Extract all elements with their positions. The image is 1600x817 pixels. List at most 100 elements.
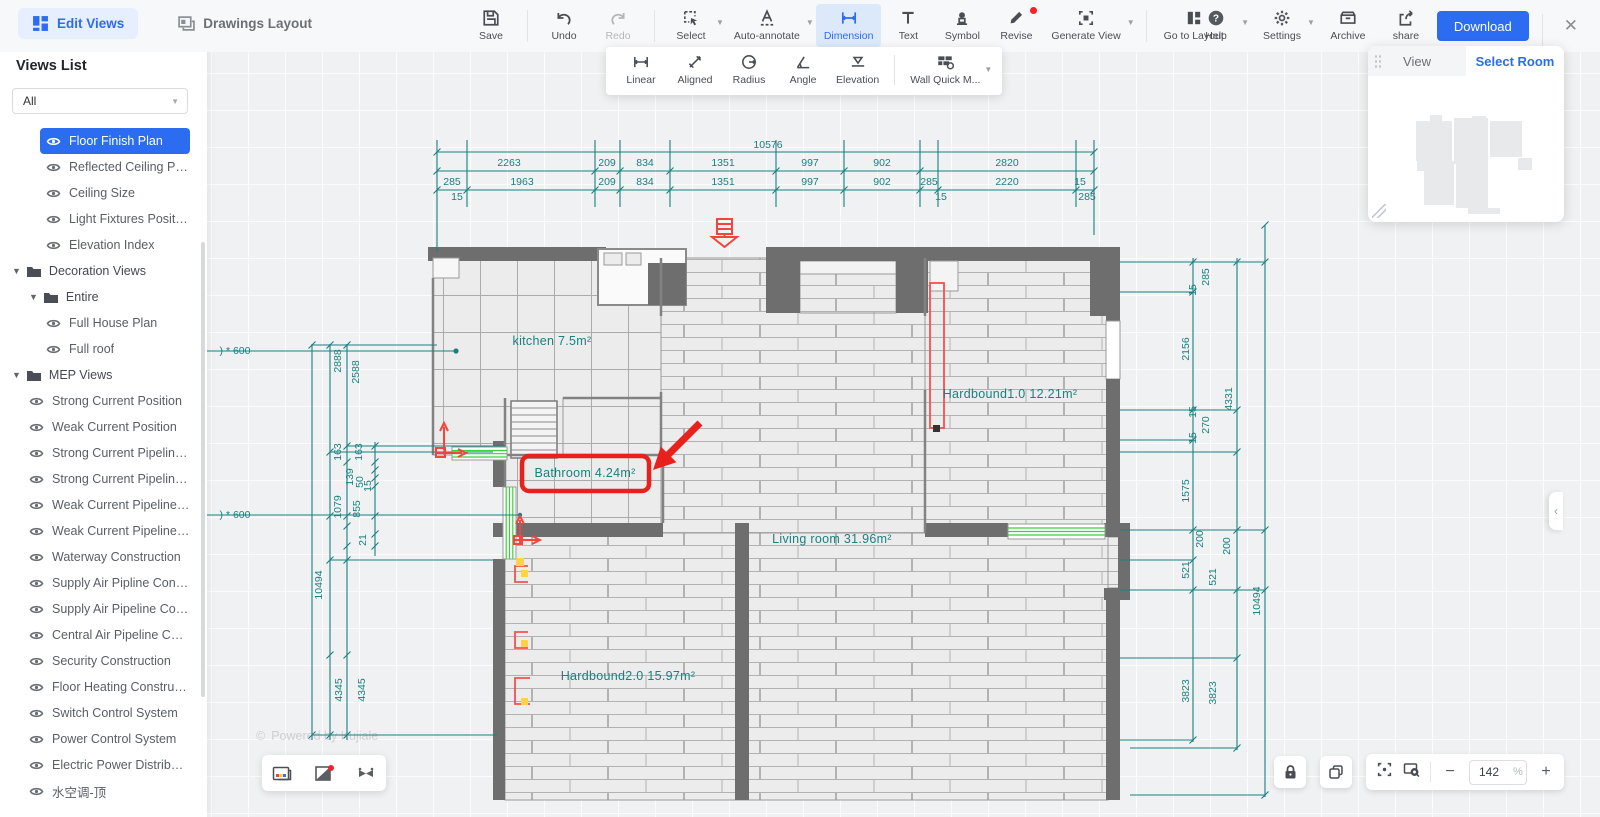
view-eye-icon	[46, 344, 61, 355]
view-eye-icon	[29, 786, 44, 797]
legend-card-icon[interactable]	[272, 765, 292, 782]
sidebar-folder[interactable]: ▼ Decoration Views	[6, 258, 190, 284]
tab-drawings-layout[interactable]: Drawings Layout	[164, 8, 326, 39]
sidebar-scrollbar[interactable]	[201, 242, 205, 697]
resize-handle[interactable]	[1372, 204, 1386, 218]
revise-tool-button[interactable]: Revise	[989, 4, 1043, 47]
archive-button[interactable]: Archive	[1321, 4, 1375, 47]
sidebar-view-item[interactable]: Strong Current Pipeline C...	[23, 466, 190, 492]
sidebar-view-item[interactable]: Weak Current Pipeline Co...	[23, 518, 190, 544]
minimap-panel: View Select Room	[1368, 46, 1564, 222]
settings-button[interactable]: Settings	[1255, 4, 1309, 47]
panel-collapse-arrow[interactable]: ‹	[1549, 492, 1563, 530]
sidebar-view-item[interactable]: Central Air Pipeline Constr...	[23, 622, 190, 648]
radius-icon	[740, 53, 758, 71]
sidebar-view-item[interactable]: Floor Finish Plan	[40, 128, 190, 154]
save-icon	[482, 9, 500, 27]
sidebar-view-item[interactable]: Light Fixtures Position	[40, 206, 190, 232]
section-cut-icon[interactable]	[356, 765, 376, 782]
duplicate-view-button[interactable]	[1320, 756, 1352, 788]
sidebar-view-item[interactable]: Reflected Ceiling Plan	[40, 154, 190, 180]
sidebar-item-label: Supply Air Pipline Constru...	[52, 576, 190, 590]
angle-dimension-button[interactable]: Angle	[776, 49, 830, 90]
text-tool-button[interactable]: Text	[881, 4, 935, 47]
sidebar-view-item[interactable]: Ceiling Size	[40, 180, 190, 206]
radius-dimension-button[interactable]: Radius	[722, 49, 776, 90]
symbol-tool-button[interactable]: Symbol	[935, 4, 989, 47]
chevron-down-icon[interactable]: ▼	[716, 18, 724, 27]
zoom-in-button[interactable]: +	[1538, 763, 1554, 781]
sidebar-view-item[interactable]: Full House Plan	[40, 310, 190, 336]
sidebar-view-item[interactable]: 水空调-顶	[23, 778, 190, 804]
divider	[1146, 10, 1147, 42]
edit-views-icon	[32, 15, 49, 32]
view-eye-icon	[29, 708, 44, 719]
archive-icon	[1339, 9, 1357, 27]
sidebar-view-item[interactable]: Weak Current Position	[23, 414, 190, 440]
chevron-down-icon[interactable]: ▼	[984, 65, 992, 74]
sidebar-item-label: Light Fixtures Position	[69, 212, 190, 226]
view-eye-icon	[29, 630, 44, 641]
zoom-region-icon[interactable]	[1403, 761, 1419, 783]
expand-caret-icon[interactable]: ▼	[29, 292, 38, 302]
select-tool-button[interactable]: Select	[664, 4, 718, 47]
close-icon[interactable]: ✕	[1556, 14, 1586, 38]
chevron-down-icon[interactable]: ▼	[806, 18, 814, 27]
corner-fill-icon[interactable]	[314, 765, 334, 782]
sidebar-view-item[interactable]: Power Control System	[23, 726, 190, 752]
drag-handle-icon[interactable]	[1374, 54, 1382, 68]
generate-view-button[interactable]: Generate View	[1043, 4, 1128, 47]
help-button[interactable]: ? Help	[1189, 4, 1243, 47]
sidebar-item-label: Decoration Views	[49, 264, 146, 278]
sidebar-folder[interactable]: ▼Entire	[23, 284, 190, 310]
save-button[interactable]: Save	[464, 4, 518, 47]
aligned-dimension-button[interactable]: Aligned	[668, 49, 722, 90]
revise-pen-icon	[1007, 9, 1025, 27]
sidebar-view-item[interactable]: Elevation Index	[40, 232, 190, 258]
sidebar-item-label: Strong Current Pipeline C...	[52, 472, 190, 486]
zoom-out-button[interactable]: −	[1442, 763, 1458, 781]
tab-select-room[interactable]: Select Room	[1466, 46, 1564, 76]
sidebar-view-item[interactable]: Supply Air Pipline Constru...	[23, 570, 190, 596]
sidebar-folder[interactable]: ▼MEP Views	[6, 362, 190, 388]
sidebar-view-item[interactable]: Full roof	[40, 336, 190, 362]
sidebar-view-item[interactable]: Waterway Construction	[23, 544, 190, 570]
chevron-down-icon[interactable]: ▼	[1241, 18, 1249, 27]
sidebar-item-label: Waterway Construction	[52, 550, 181, 564]
sidebar-view-item[interactable]: Supply Air Pipeline Constr...	[23, 596, 190, 622]
sidebar-view-item[interactable]: Weak Current Pipeline co...	[23, 492, 190, 518]
elevation-dimension-button[interactable]: Elevation	[830, 49, 885, 90]
fit-view-icon[interactable]	[1376, 761, 1392, 783]
views-filter-select[interactable]: All ▼	[12, 88, 188, 114]
sidebar-view-item[interactable]: Security Construction	[23, 648, 190, 674]
canvas[interactable]	[0, 0, 1600, 817]
expand-caret-icon[interactable]: ▼	[12, 266, 21, 276]
sidebar-item-label: Security Construction	[52, 654, 171, 668]
view-eye-icon	[29, 422, 44, 433]
sidebar-view-item[interactable]: Floor Heating Construction	[23, 674, 190, 700]
tab-view[interactable]: View	[1368, 46, 1466, 76]
sidebar-view-item[interactable]: Switch Control System	[23, 700, 190, 726]
zoom-level-input[interactable]	[1477, 764, 1507, 780]
top-toolbar: Edit Views Drawings Layout Save Undo	[0, 0, 1600, 52]
view-eye-icon	[29, 474, 44, 485]
chevron-down-icon[interactable]: ▼	[1307, 18, 1315, 27]
chevron-down-icon[interactable]: ▼	[1127, 18, 1135, 27]
sidebar-view-item[interactable]: Electric Power Distribution	[23, 752, 190, 778]
undo-button[interactable]: Undo	[537, 4, 591, 47]
wall-quick-measure-button[interactable]: Wall Quick M...	[904, 49, 986, 90]
view-eye-icon	[29, 552, 44, 563]
download-button[interactable]: Download	[1437, 11, 1529, 41]
expand-caret-icon[interactable]: ▼	[12, 370, 21, 380]
dimension-tool-button[interactable]: Dimension	[816, 4, 882, 47]
redo-button[interactable]: Redo	[591, 4, 645, 47]
sidebar-view-item[interactable]: Strong Current Pipeline C...	[23, 440, 190, 466]
share-button[interactable]: share	[1379, 4, 1433, 47]
auto-annotate-button[interactable]: Auto-annotate	[726, 4, 808, 47]
sidebar-view-item[interactable]: Strong Current Position	[23, 388, 190, 414]
linear-dimension-button[interactable]: Linear	[614, 49, 668, 90]
select-cursor-icon	[682, 9, 700, 27]
tab-edit-views[interactable]: Edit Views	[18, 8, 138, 39]
minimap[interactable]	[1368, 76, 1564, 222]
lock-button[interactable]	[1274, 756, 1306, 788]
